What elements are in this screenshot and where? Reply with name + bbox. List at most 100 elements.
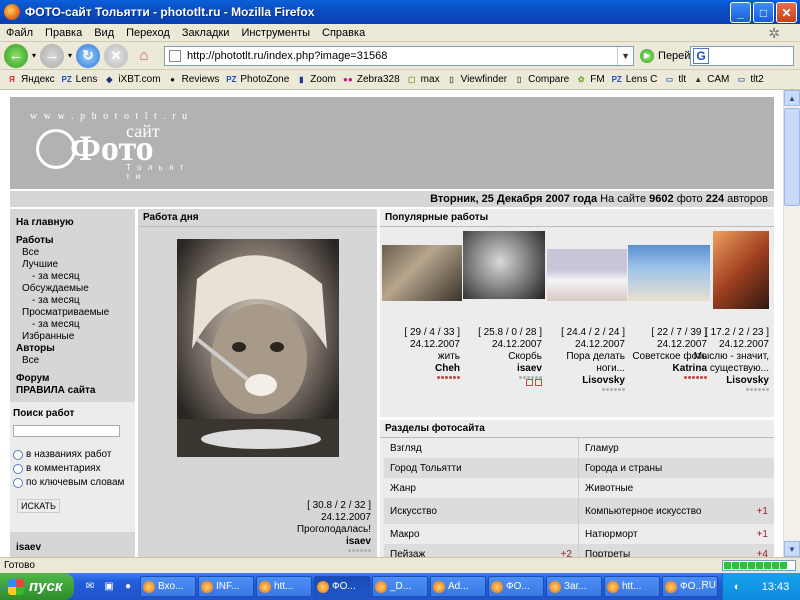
back-dropdown-icon[interactable]: ▾	[32, 51, 36, 60]
firefox-quick-icon[interactable]: ●	[120, 579, 136, 595]
taskbar-button[interactable]: htt...	[604, 576, 660, 597]
taskbar-button[interactable]: htt...	[256, 576, 312, 597]
section-link[interactable]: Макро	[384, 524, 579, 544]
bookmark-item[interactable]: ✿ FM	[575, 74, 605, 85]
search-option[interactable]: в названиях работ	[13, 449, 132, 460]
popular-title[interactable]: Пора делать ноги...	[549, 351, 625, 375]
bookmark-item[interactable]: ◆ iXBT.com	[103, 74, 160, 85]
menu-item[interactable]: Вид	[94, 27, 114, 39]
popular-title[interactable]: Скорбь	[466, 351, 542, 363]
nav-link[interactable]: Обсуждаемые	[16, 283, 135, 295]
popular-thumbnail[interactable]	[547, 249, 627, 301]
nav-link[interactable]: Все	[16, 355, 135, 367]
photo-of-day-image[interactable]	[177, 239, 339, 457]
bookmark-item[interactable]: ▯ Viewfinder	[446, 74, 507, 85]
popular-author[interactable]: Cheh	[384, 363, 460, 375]
bookmark-item[interactable]: ● Reviews	[167, 74, 219, 85]
section-link[interactable]: Взгляд	[384, 438, 579, 458]
language-indicator[interactable]: RU	[702, 580, 716, 591]
vertical-scrollbar[interactable]: ▲ ▼	[783, 90, 800, 557]
bookmark-item[interactable]: ▲ CAM	[692, 74, 729, 85]
scroll-down-button[interactable]: ▼	[784, 541, 800, 557]
bookmark-item[interactable]: Я Яндекс	[6, 74, 55, 85]
bookmark-item[interactable]: ▯ Compare	[513, 74, 569, 85]
nav-link[interactable]: Форум	[16, 373, 135, 385]
home-button[interactable]: ⌂	[132, 43, 157, 68]
popular-thumbnail[interactable]	[628, 245, 710, 301]
start-button[interactable]: пуск	[0, 573, 74, 600]
menu-item[interactable]: Правка	[45, 27, 82, 39]
section-link[interactable]: Компьютерное искусство +1	[579, 498, 774, 524]
nav-link[interactable]: Просматриваемые	[16, 307, 135, 319]
forward-dropdown-icon[interactable]: ▾	[68, 51, 72, 60]
scroll-up-button[interactable]: ▲	[784, 90, 800, 106]
bookmark-item[interactable]: ▭ tlt2	[735, 74, 764, 85]
section-link[interactable]: Портреты +4	[579, 544, 774, 558]
section-link[interactable]: Город Тольятти	[384, 458, 579, 478]
desktop-icon[interactable]: ▣	[101, 579, 117, 595]
radio-button[interactable]	[13, 449, 23, 460]
menu-item[interactable]: Справка	[322, 27, 365, 39]
url-text[interactable]: http://phototlt.ru/index.php?image=31568	[187, 50, 387, 62]
scroll-thumb[interactable]	[784, 108, 800, 206]
nav-link[interactable]: Авторы	[16, 343, 135, 355]
section-link[interactable]: Гламур	[579, 438, 774, 458]
taskbar-button[interactable]: Заг...	[546, 576, 602, 597]
popular-thumbnail[interactable]	[382, 245, 462, 301]
bookmark-item[interactable]: PZ Lens	[61, 74, 98, 85]
delete-icon[interactable]	[535, 379, 542, 386]
bookmark-item[interactable]: ▮ Zoom	[295, 74, 336, 85]
tray-icon[interactable]: ◐	[734, 581, 741, 593]
nav-link[interactable]: - за месяц	[16, 319, 135, 331]
maximize-button[interactable]: □	[753, 2, 774, 23]
user-name[interactable]: isaev	[10, 536, 135, 557]
reload-button[interactable]: ↻	[76, 43, 101, 68]
nav-link[interactable]: Работы	[16, 235, 135, 247]
taskbar-button[interactable]: INF...	[198, 576, 254, 597]
nav-link[interactable]: - за месяц	[16, 271, 135, 283]
section-link[interactable]: Искусство	[384, 498, 579, 524]
taskbar-button[interactable]: _D...	[372, 576, 428, 597]
search-input[interactable]	[13, 425, 120, 437]
section-link[interactable]: Жанр	[384, 478, 579, 498]
nav-link[interactable]: ПРАВИЛА сайта	[16, 385, 135, 397]
section-link[interactable]: Натюрморт +1	[579, 524, 774, 544]
bookmark-item[interactable]: ●● Zebra328	[342, 74, 400, 85]
radio-button[interactable]	[13, 477, 23, 488]
photo-author[interactable]: isaev	[297, 536, 371, 548]
taskbar-button[interactable]: ФО...	[488, 576, 544, 597]
section-link[interactable]: Животные	[579, 478, 774, 498]
photo-caption[interactable]: Проголодалась!	[297, 524, 371, 536]
popular-item[interactable]: [ 22 / 7 / 39 ] 24.12.2007 Советское фото K…	[628, 231, 710, 379]
taskbar-button[interactable]: ФО...	[314, 576, 370, 597]
popular-item[interactable]: [ 17.2 / 2 / 23 ] 24.12.2007 Мыслю - значи…	[694, 231, 771, 391]
popular-thumbnail[interactable]	[463, 231, 545, 299]
menu-item[interactable]: Переход	[126, 27, 170, 39]
popular-item[interactable]: [ 24.4 / 2 / 24 ] 24.12.2007 Пора делать н…	[547, 231, 627, 391]
search-option[interactable]: по ключевым словам	[13, 477, 132, 488]
nav-link[interactable]: - за месяц	[16, 295, 135, 307]
radio-button[interactable]	[13, 463, 23, 474]
section-link[interactable]: Города и страны	[579, 458, 774, 478]
email-icon[interactable]: ✉	[82, 579, 98, 595]
search-option[interactable]: в комментариях	[13, 463, 132, 474]
bookmark-item[interactable]: PZ PhotoZone	[225, 74, 289, 85]
close-button[interactable]: ✕	[776, 2, 797, 23]
popular-author[interactable]: Lisovsky	[693, 375, 769, 387]
taskbar-button[interactable]: Вхо...	[140, 576, 196, 597]
popular-thumbnail[interactable]	[713, 231, 769, 309]
url-bar[interactable]: http://phototlt.ru/index.php?image=31568…	[164, 45, 635, 66]
menu-item[interactable]: Файл	[6, 27, 33, 39]
url-dropdown-icon[interactable]: ▼	[617, 46, 633, 65]
section-link[interactable]: Пейзаж +2	[384, 544, 579, 557]
nav-link[interactable]: Все	[16, 247, 135, 259]
site-logo[interactable]: w w w . p h o t o t l t . r u Фото сайт …	[30, 111, 189, 181]
popular-item[interactable]: [ 29 / 4 / 33 ] 24.12.2007 жить Cheh	[382, 231, 462, 379]
menu-item[interactable]: Закладки	[182, 27, 230, 39]
bookmark-item[interactable]: ▭ tlt	[663, 74, 687, 85]
favorite-icon[interactable]	[526, 379, 533, 386]
popular-author[interactable]: isaev	[466, 363, 542, 375]
minimize-button[interactable]: _	[730, 2, 751, 23]
stop-button[interactable]: ✕	[104, 43, 129, 68]
bookmark-item[interactable]: PZ Lens C	[611, 74, 658, 85]
